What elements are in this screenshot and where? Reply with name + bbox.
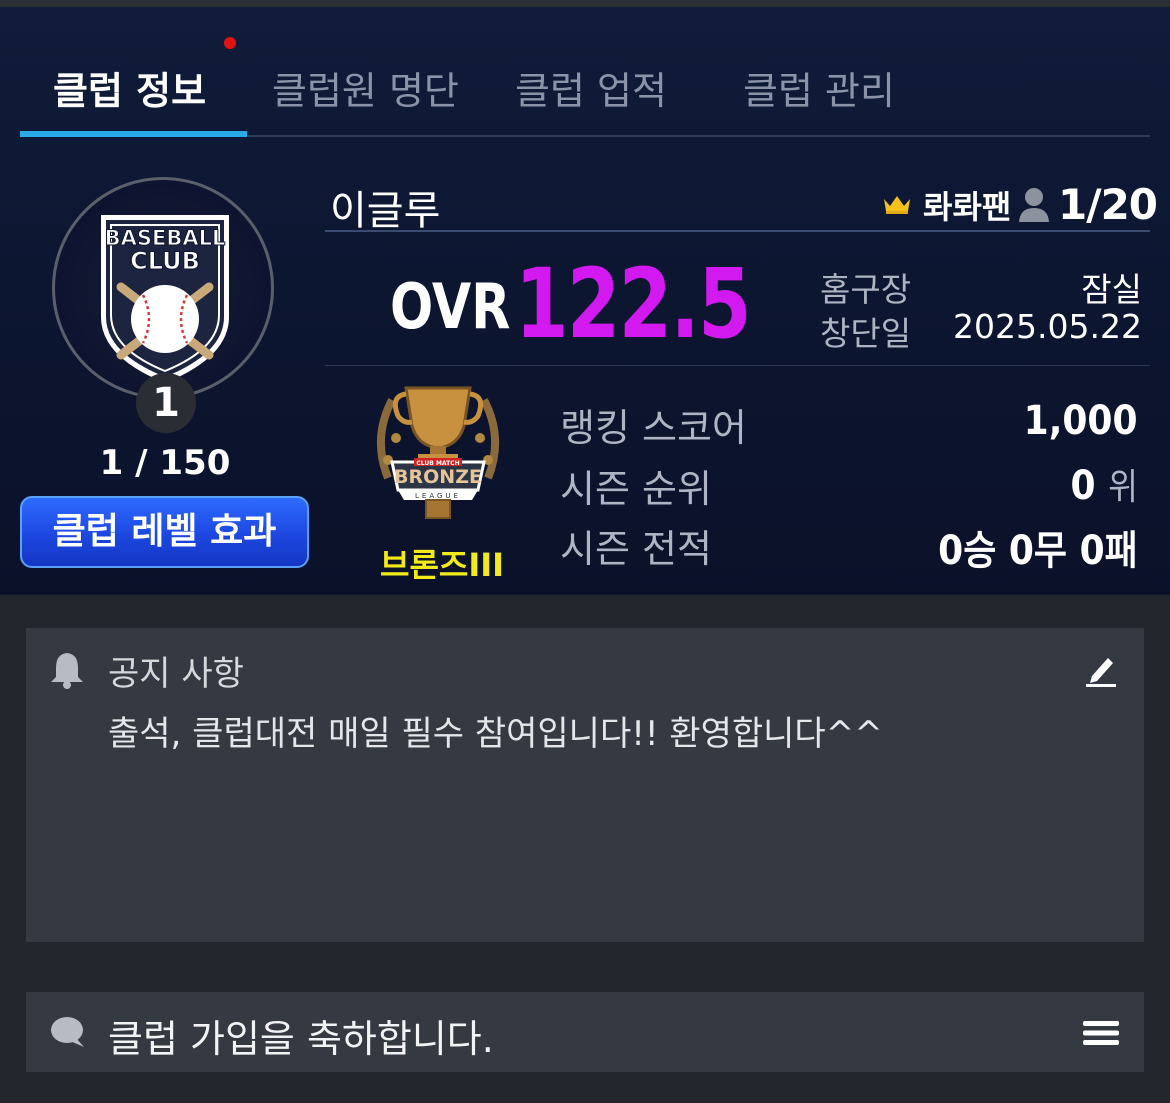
chat-bubble-icon	[51, 1017, 84, 1047]
season-rank-value: 0	[1070, 463, 1096, 509]
badge-text-league: LEAGUE	[415, 492, 461, 500]
club-leader-name: 롸롸팬	[923, 188, 1012, 226]
founded-date-label: 창단일	[820, 314, 912, 353]
founded-date-value: 2025.05.22	[953, 307, 1142, 346]
home-stadium-value: 잠실	[1081, 270, 1142, 309]
edit-icon[interactable]	[1084, 652, 1118, 688]
club-level-progress: 1 / 150	[99, 443, 231, 483]
notice-panel: 공지 사항 출석, 클럽대전 매일 필수 참여입니다!! 환영합니다^^	[26, 628, 1144, 942]
top-strip	[0, 0, 1170, 7]
club-name: 이글루	[330, 188, 441, 234]
chat-bar[interactable]: 클럽 가입을 축하합니다.	[26, 992, 1144, 1072]
notification-dot	[224, 37, 236, 49]
bronze-league-trophy-icon: CLUB MATCH BRONZE LEAGUE	[376, 386, 500, 519]
active-tab-indicator	[20, 131, 247, 137]
ovr-label: OVR	[390, 270, 511, 343]
baseball-club-emblem: BASEBALL CLUB	[101, 215, 229, 383]
club-level-effect-button[interactable]: 클럽 레벨 효과	[20, 496, 309, 568]
home-stadium-label: 홈구장	[820, 270, 912, 309]
tab-club-info[interactable]: 클럽 정보	[53, 60, 206, 115]
emblem-text-club: CLUB	[130, 247, 200, 275]
tab-club-management[interactable]: 클럽 관리	[743, 60, 895, 115]
season-rank-label: 시즌 순위	[560, 467, 712, 511]
bell-icon	[51, 653, 83, 689]
league-name: 브론즈III	[380, 546, 505, 584]
season-rank: 0 위	[1071, 458, 1138, 510]
info-divider	[325, 365, 1150, 366]
crown-icon	[884, 196, 910, 214]
season-rank-unit: 위	[1108, 467, 1138, 508]
tab-achievements[interactable]: 클럽 업적	[515, 60, 667, 115]
ranking-score-value: 1,000	[1024, 398, 1138, 444]
season-record-label: 시즌 전적	[560, 527, 712, 571]
notice-body: 출석, 클럽대전 매일 필수 참여입니다!! 환영합니다^^	[108, 714, 883, 754]
chat-message: 클럽 가입을 축하합니다.	[108, 1017, 494, 1061]
name-divider	[325, 230, 1150, 232]
season-record-value: 0승 0무 0패	[938, 528, 1138, 574]
ovr-value: 122.5	[515, 248, 752, 360]
person-icon	[1019, 188, 1049, 222]
notice-title: 공지 사항	[108, 654, 244, 694]
ranking-score-label: 랭킹 스코어	[560, 406, 747, 450]
club-level-badge: 1	[136, 373, 196, 433]
member-count: 1/20	[1058, 180, 1158, 229]
tab-member-list[interactable]: 클럽원 명단	[272, 60, 459, 115]
menu-icon[interactable]	[1082, 1020, 1120, 1046]
badge-text-bronze: BRONZE	[394, 466, 482, 488]
